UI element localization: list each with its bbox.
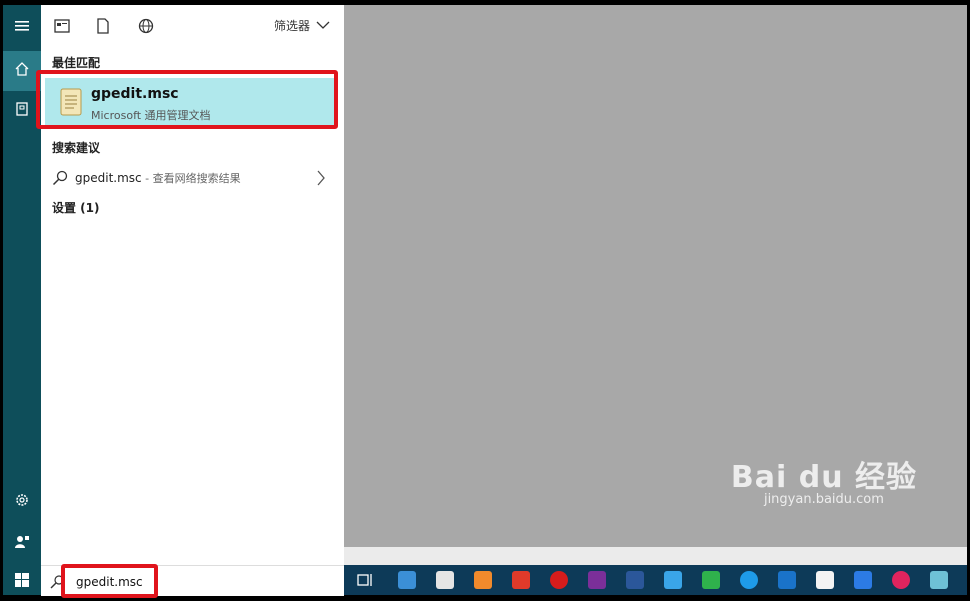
- app-icon-8[interactable]: [664, 571, 682, 589]
- desktop-area: Bai du 经验 jingyan.baidu.com: [344, 5, 967, 547]
- calculator-icon[interactable]: [436, 571, 454, 589]
- block-icon[interactable]: [550, 571, 568, 589]
- home-icon: [14, 61, 30, 81]
- apps-filter-icon[interactable]: [53, 17, 71, 35]
- search-toolbar: 筛选器: [41, 5, 344, 47]
- watermark-logo: Bai du 经验: [730, 460, 917, 495]
- web-suggestion-item[interactable]: gpedit.msc - 查看网络搜索结果: [45, 165, 336, 191]
- filter-dropdown[interactable]: 筛选器: [274, 17, 330, 34]
- app-icon-15[interactable]: [930, 571, 948, 589]
- app-icon-1[interactable]: [398, 571, 416, 589]
- app-icon-14[interactable]: [892, 571, 910, 589]
- document-filter-icon[interactable]: [94, 17, 112, 35]
- suggestion-text: gpedit.msc - 查看网络搜索结果: [75, 170, 241, 186]
- highlight-frame: [36, 70, 338, 129]
- desktop-strip: [344, 547, 967, 565]
- feedback-button[interactable]: [3, 523, 41, 563]
- gear-icon: [14, 492, 30, 512]
- filter-label: 筛选器: [273, 19, 310, 33]
- suggestion-query: gpedit.msc: [75, 171, 142, 185]
- windows-icon: [15, 572, 29, 591]
- search-input-value: gpedit.msc: [76, 575, 143, 589]
- taskbar: [344, 565, 967, 595]
- suggestion-description: - 查看网络搜索结果: [141, 172, 241, 185]
- settings-button[interactable]: [3, 482, 41, 522]
- app-icon-9[interactable]: [702, 571, 720, 589]
- app-icon-10[interactable]: [740, 571, 758, 589]
- feedback-icon: [14, 533, 30, 553]
- search-input[interactable]: gpedit.msc: [61, 564, 158, 598]
- search-icon: [52, 170, 68, 190]
- menu-button[interactable]: [3, 7, 41, 47]
- baidu-watermark: Bai du 经验 jingyan.baidu.com: [731, 452, 917, 507]
- chevron-down-icon: [316, 19, 330, 33]
- web-filter-icon[interactable]: [137, 17, 155, 35]
- settings-heading: 设置 (1): [52, 201, 100, 215]
- word-icon[interactable]: [626, 571, 644, 589]
- chevron-right-icon: [317, 170, 326, 190]
- app-icon-13[interactable]: [854, 571, 872, 589]
- media-player-icon[interactable]: [474, 571, 492, 589]
- task-view-icon[interactable]: [356, 571, 374, 589]
- hamburger-icon: [14, 18, 30, 37]
- best-match-heading: 最佳匹配: [52, 56, 101, 70]
- notebook-icon: [14, 101, 30, 121]
- suggestions-heading: 搜索建议: [52, 141, 101, 155]
- store-icon[interactable]: [816, 571, 834, 589]
- start-button[interactable]: [3, 561, 41, 601]
- edge-icon[interactable]: [778, 571, 796, 589]
- app-icon-4[interactable]: [512, 571, 530, 589]
- onenote-icon[interactable]: [588, 571, 606, 589]
